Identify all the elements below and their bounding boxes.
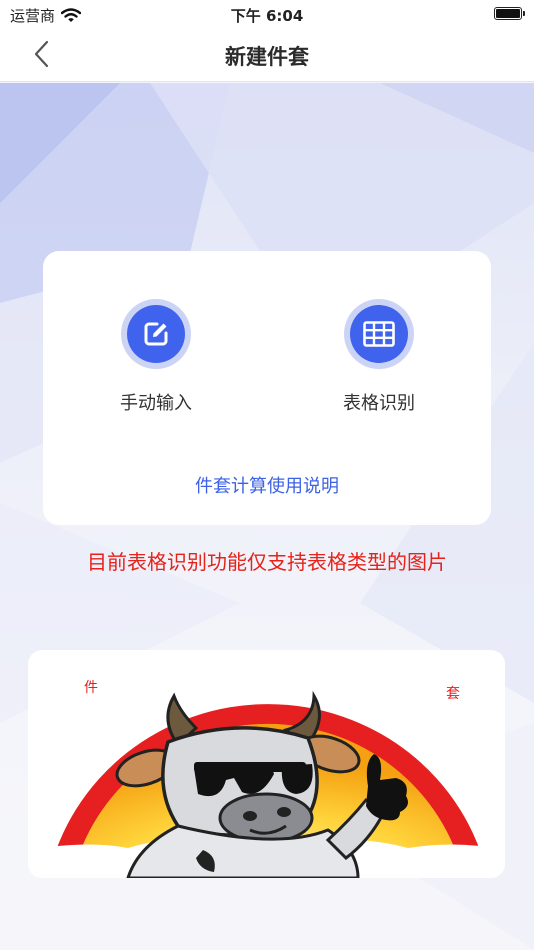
table-recognition-icon-ring	[344, 299, 414, 369]
usage-instructions-link[interactable]: 件套计算使用说明	[43, 472, 491, 498]
table-recognition-label: 表格识别	[343, 393, 415, 414]
page-title: 新建件套	[225, 45, 309, 69]
mascot-banner[interactable]: 件 套	[28, 650, 505, 878]
manual-input-icon-core	[127, 305, 185, 363]
banner-char-left: 件	[84, 680, 98, 696]
battery-icon	[494, 7, 525, 20]
notice-text: 目前表格识别功能仅支持表格类型的图片	[87, 550, 447, 574]
table-recognition-icon-core	[350, 305, 408, 363]
manual-input-icon-ring	[121, 299, 191, 369]
table-recognition-button[interactable]: 表格识别	[309, 299, 449, 415]
action-card: 手动输入 表格识别 件套计算使用说明	[43, 251, 491, 525]
edit-icon	[144, 322, 168, 346]
manual-input-label: 手动输入	[120, 393, 192, 414]
table-grid-icon	[363, 321, 395, 347]
manual-input-button[interactable]: 手动输入	[86, 299, 226, 415]
nav-bar: 新建件套	[0, 28, 534, 82]
status-time: 下午 6:04	[230, 7, 304, 25]
cow-mascot-image: 件 套	[28, 680, 505, 878]
status-bar: 运营商 下午 6:04	[0, 0, 534, 28]
banner-char-right: 套	[446, 686, 460, 702]
